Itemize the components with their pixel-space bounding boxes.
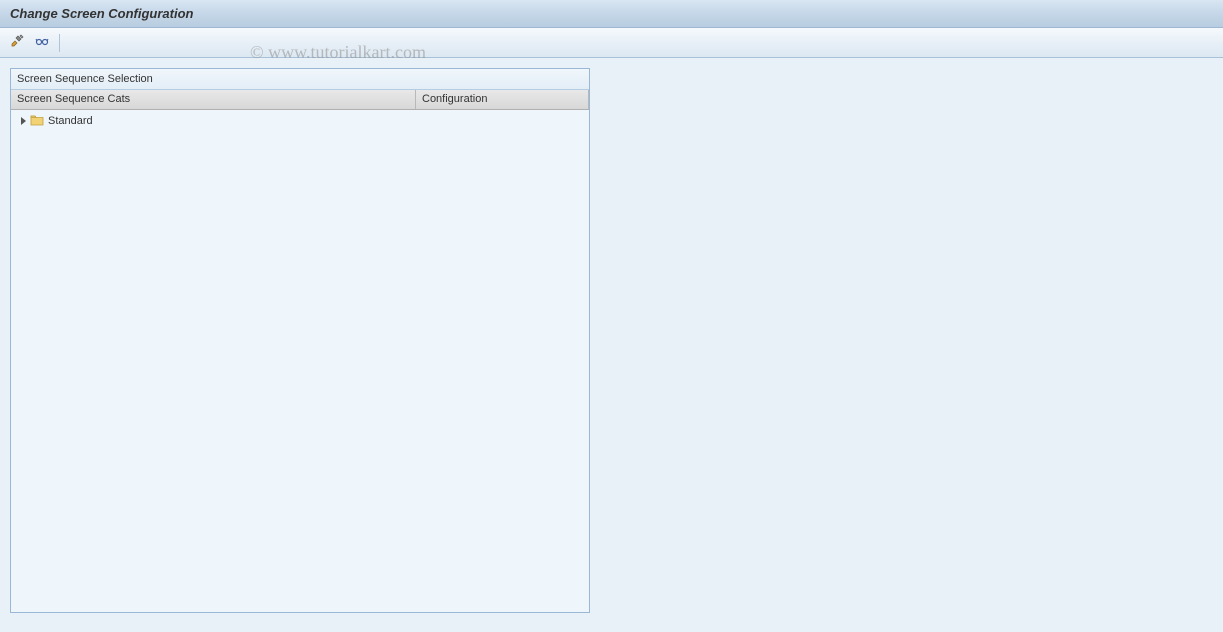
content-area: Screen Sequence Selection Screen Sequenc… [0,58,1223,632]
display-button[interactable] [32,33,52,53]
edit-button[interactable] [8,33,28,53]
toolbar [0,28,1223,58]
page-title: Change Screen Configuration [10,6,193,21]
tree-row[interactable]: Standard [11,112,589,130]
column-header-cats[interactable]: Screen Sequence Cats [11,90,416,109]
title-bar: Change Screen Configuration [0,0,1223,28]
folder-icon [30,114,44,129]
tree-body: Standard [11,110,589,612]
grid-header: Screen Sequence Cats Configuration [11,90,589,110]
tree-item-label: Standard [48,115,93,127]
column-header-config[interactable]: Configuration [416,90,589,109]
wrench-pencil-icon [10,33,26,52]
panel-header: Screen Sequence Selection [11,69,589,90]
screen-sequence-panel: Screen Sequence Selection Screen Sequenc… [10,68,590,613]
glasses-icon [34,33,50,52]
toolbar-separator [59,34,60,52]
tree-cell-cats: Standard [11,114,416,129]
tree-grid: Screen Sequence Cats Configuration Stand… [11,90,589,612]
expand-arrow-icon[interactable] [21,117,26,125]
